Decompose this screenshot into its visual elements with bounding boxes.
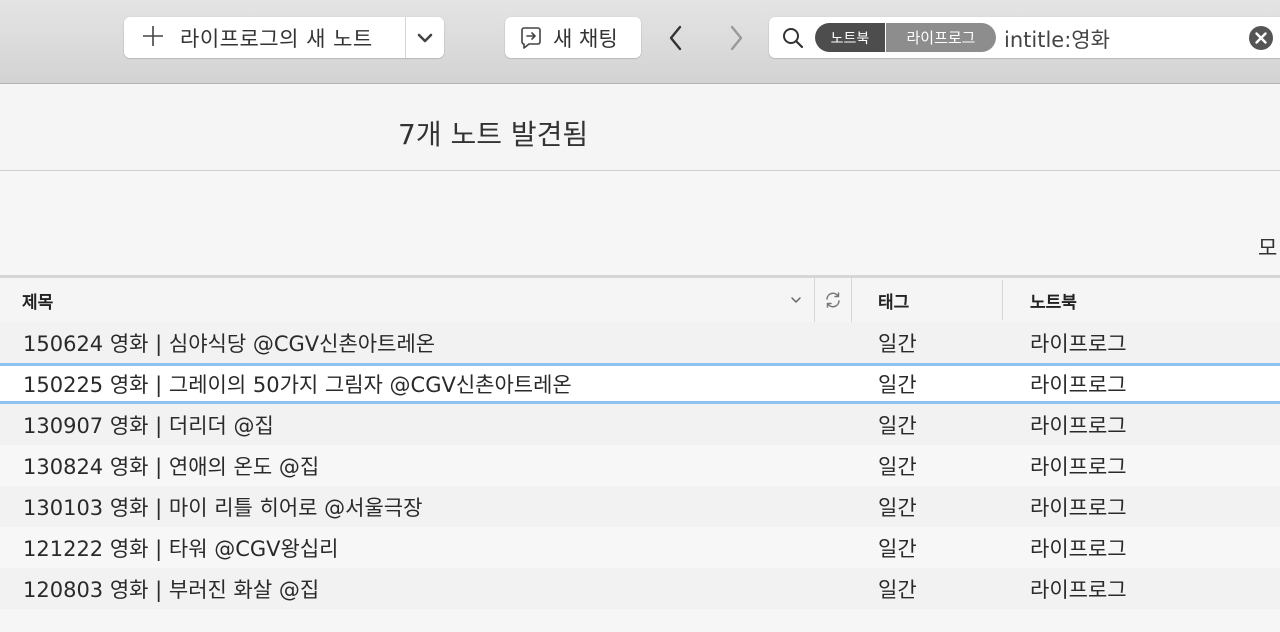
note-title: 130907 영화 | 더리더 @집: [23, 413, 274, 438]
chevron-down-icon: [417, 33, 433, 42]
results-count: 7개 노트 발견됨: [398, 118, 589, 151]
table-row[interactable]: 150624 영화 | 심야식당 @CGV신촌아트레온 일간 라이프로그: [0, 322, 1280, 363]
note-notebook: 라이프로그: [1030, 454, 1127, 479]
back-button[interactable]: [662, 22, 690, 54]
clear-search-icon[interactable]: [1248, 25, 1274, 51]
table-row[interactable]: 130907 영화 | 더리더 @집 일간 라이프로그: [0, 404, 1280, 445]
new-chat-label: 새 채팅: [553, 26, 618, 51]
note-tag: 일간: [878, 577, 917, 602]
toolbar: 라이프로그의 새 노트 새 채팅 노트북 라이프로그 intitle:영화: [0, 0, 1280, 84]
note-title: 150624 영화 | 심야식당 @CGV신촌아트레온: [23, 331, 436, 356]
sync-icon: [826, 292, 840, 308]
table-row[interactable]: 120803 영화 | 부러진 화살 @집 일간 라이프로그: [0, 568, 1280, 609]
new-note-button-group: 라이프로그의 새 노트: [124, 17, 444, 58]
new-note-label: 라이프로그의 새 노트: [180, 26, 373, 51]
table-row[interactable]: 130824 영화 | 연애의 온도 @집 일간 라이프로그: [0, 445, 1280, 486]
note-title: 130103 영화 | 마이 리틀 히어로 @서울극장: [23, 495, 423, 520]
note-notebook: 라이프로그: [1030, 413, 1127, 438]
note-title: 130824 영화 | 연애의 온도 @집: [23, 454, 320, 479]
results-header-bar: [0, 84, 1280, 171]
new-chat-button[interactable]: 새 채팅: [505, 17, 641, 58]
new-note-dropdown-button[interactable]: [406, 17, 444, 58]
note-notebook: 라이프로그: [1030, 577, 1127, 602]
note-tag: 일간: [878, 536, 917, 561]
column-header-title[interactable]: 제목: [22, 278, 53, 322]
sync-column-header[interactable]: [814, 278, 852, 322]
note-title: 121222 영화 | 타워 @CGV왕십리: [23, 536, 339, 561]
sort-direction-button[interactable]: [790, 278, 804, 322]
note-tag: 일간: [878, 372, 917, 397]
new-note-button[interactable]: 라이프로그의 새 노트: [124, 17, 405, 58]
note-notebook: 라이프로그: [1030, 372, 1127, 397]
column-divider[interactable]: [1002, 280, 1003, 320]
search-token-value[interactable]: 라이프로그: [886, 23, 996, 52]
table-row[interactable]: 150225 영화 | 그레이의 50가지 그림자 @CGV신촌아트레온 일간 …: [0, 363, 1280, 404]
note-notebook: 라이프로그: [1030, 495, 1127, 520]
sort-options-label[interactable]: 모: [1258, 232, 1277, 262]
table-row[interactable]: 121222 영화 | 타워 @CGV왕십리 일간 라이프로그: [0, 527, 1280, 568]
note-notebook: 라이프로그: [1030, 536, 1127, 561]
chevron-down-icon: [791, 297, 801, 303]
note-tag: 일간: [878, 331, 917, 356]
note-title: 120803 영화 | 부러진 화살 @집: [23, 577, 320, 602]
search-icon: [783, 28, 804, 49]
table-header: 제목 태그 노트북: [0, 278, 1280, 323]
plus-icon: [142, 23, 166, 53]
column-header-notebook[interactable]: 노트북: [1030, 278, 1077, 322]
chevron-left-icon: [669, 25, 682, 51]
note-tag: 일간: [878, 495, 917, 520]
note-tag: 일간: [878, 413, 917, 438]
chat-icon: [521, 26, 541, 49]
table-row[interactable]: 130103 영화 | 마이 리틀 히어로 @서울극장 일간 라이프로그: [0, 486, 1280, 527]
note-title: 150225 영화 | 그레이의 50가지 그림자 @CGV신촌아트레온: [23, 372, 572, 397]
search-field[interactable]: 노트북 라이프로그 intitle:영화: [769, 17, 1280, 58]
search-token-notebook[interactable]: 노트북: [815, 23, 885, 52]
note-tag: 일간: [878, 454, 917, 479]
note-list: 150624 영화 | 심야식당 @CGV신촌아트레온 일간 라이프로그 150…: [0, 322, 1280, 609]
note-notebook: 라이프로그: [1030, 331, 1127, 356]
forward-button[interactable]: [722, 22, 750, 54]
search-query-text[interactable]: intitle:영화: [1004, 24, 1110, 54]
chevron-right-icon: [730, 25, 743, 51]
column-header-tag[interactable]: 태그: [878, 278, 909, 322]
